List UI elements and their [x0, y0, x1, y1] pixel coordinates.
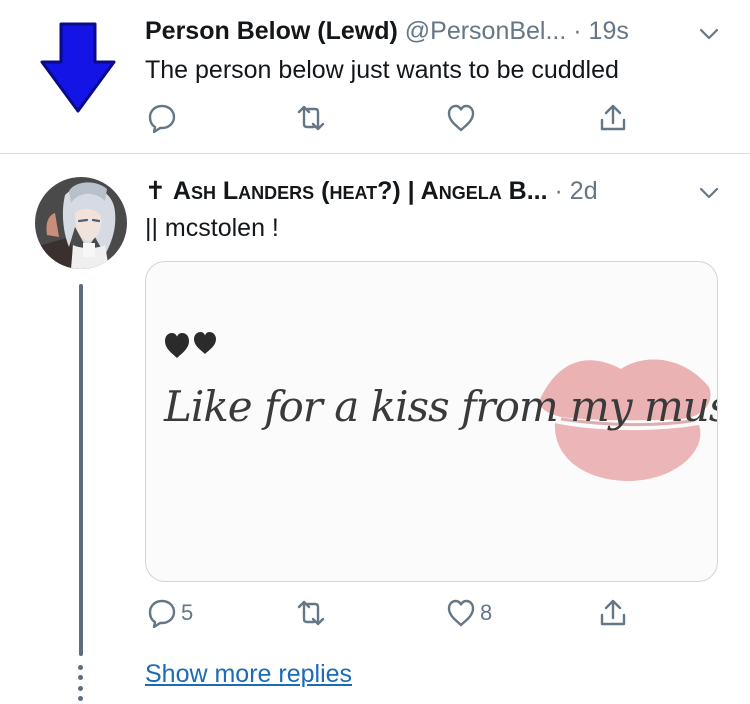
retweet-icon [297, 105, 325, 131]
like-count: 8 [480, 600, 493, 625]
chevron-down-icon[interactable] [697, 22, 721, 46]
heart-icon [447, 104, 475, 132]
share-icon [600, 599, 626, 626]
share-button[interactable] [598, 103, 628, 133]
display-name[interactable]: Ash Landers (heat?) | Angela B... [173, 177, 548, 205]
handle[interactable]: @PersonBel... [405, 17, 567, 45]
retweet-icon [297, 600, 325, 626]
tweet-header: Person Below (Lewd) @PersonBel... · 19s [145, 16, 629, 46]
anime-character-avatar-icon [35, 177, 127, 269]
share-icon [600, 104, 626, 131]
timestamp[interactable]: 19s [589, 17, 629, 45]
reply-icon [148, 599, 176, 628]
chevron-down-icon[interactable] [697, 181, 721, 205]
reply-count: 5 [181, 600, 194, 625]
show-more-replies-link[interactable]: Show more replies [145, 660, 352, 689]
hearts-icon [165, 332, 216, 358]
retweet-button[interactable] [296, 103, 326, 133]
down-arrow-icon [40, 22, 116, 113]
reply-icon [148, 104, 176, 133]
thread-dots [78, 665, 84, 701]
time-separator: · [547, 177, 570, 205]
tweet-text: The person below just wants to be cuddle… [145, 56, 619, 84]
time-separator: · [566, 17, 589, 45]
like-button[interactable] [446, 103, 476, 133]
thread-line [79, 284, 83, 656]
tweet-text: || mcstolen ! [145, 214, 279, 242]
timestamp[interactable]: 2d [570, 177, 598, 205]
media-card[interactable]: Like for a kiss from my muse [145, 261, 718, 582]
tweet-person-below[interactable]: Person Below (Lewd) @PersonBel... · 19s … [0, 0, 750, 154]
heart-icon [447, 599, 475, 627]
like-button[interactable]: 8 [446, 598, 492, 628]
display-name[interactable]: Person Below (Lewd) [145, 17, 398, 45]
reply-button[interactable]: 5 [147, 598, 193, 628]
share-button[interactable] [598, 598, 628, 628]
reply-button[interactable] [147, 103, 177, 133]
tweet-header: ✝ Ash Landers (heat?) | Angela B... · 2d [145, 176, 598, 206]
avatar[interactable] [35, 177, 127, 269]
media-caption: Like for a kiss from my muse [164, 382, 718, 431]
retweet-button[interactable] [296, 598, 326, 628]
display-name-prefix-icon: ✝ [145, 177, 166, 205]
